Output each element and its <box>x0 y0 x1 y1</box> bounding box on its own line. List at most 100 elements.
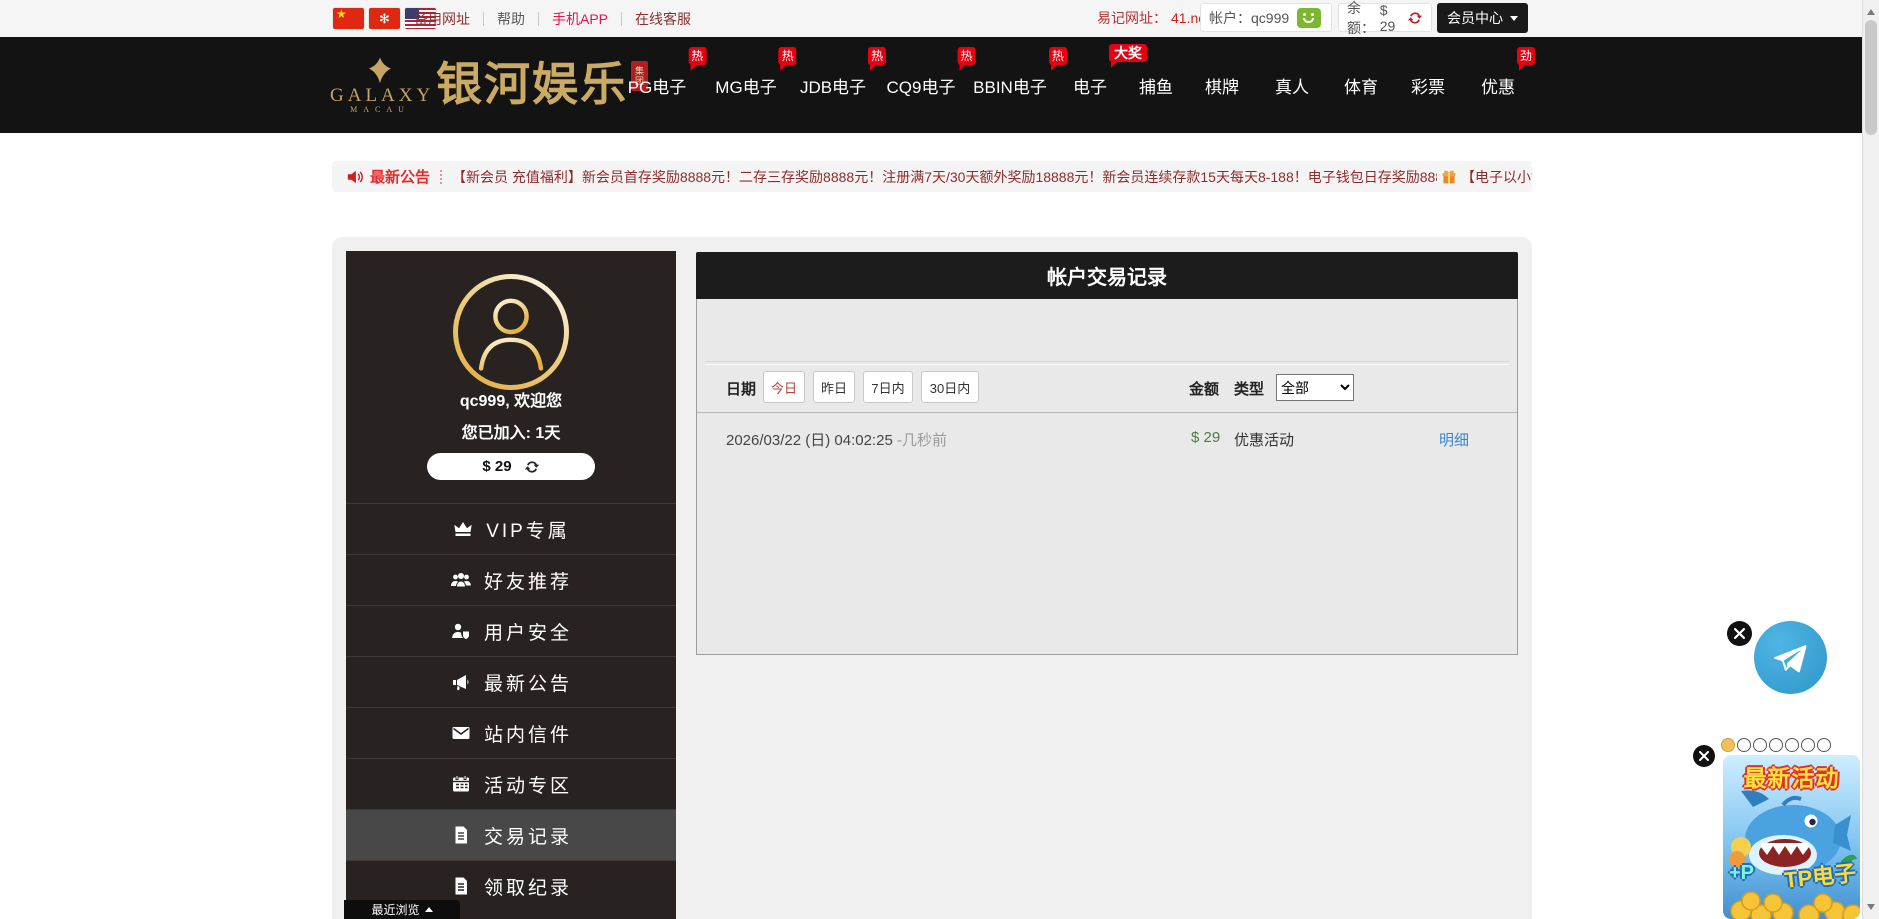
nav-item-chess[interactable]: 棋牌 <box>1205 37 1239 133</box>
nav-item-sports[interactable]: 体育 <box>1344 37 1378 133</box>
nav-item-mg[interactable]: MG电子 热 <box>715 37 776 133</box>
site-logo[interactable]: GALAXY MACAU 银河娱乐 集团 <box>330 43 648 127</box>
hot-badge: 劲 <box>1517 47 1535 65</box>
help-link[interactable]: 帮助 <box>497 9 525 29</box>
transaction-detail-link[interactable]: 明细 <box>1439 429 1469 450</box>
sidebar-balance-button[interactable]: $ 29 <box>427 453 595 480</box>
balance-label: 余额： <box>1347 0 1380 38</box>
divider <box>483 12 484 26</box>
transaction-type: 优惠活动 <box>1234 429 1294 450</box>
flag-china-icon[interactable]: ★ <box>333 8 364 29</box>
member-center-button[interactable]: 会员中心 <box>1437 3 1528 33</box>
promo-banner[interactable]: 最新活动 +P TP电子 <box>1723 755 1860 919</box>
promo-dot[interactable] <box>1737 738 1751 752</box>
crown-icon <box>452 519 474 539</box>
backup-url-link[interactable]: 备用网址 <box>414 9 470 29</box>
account-value: qc999 <box>1251 10 1289 26</box>
filter-yesterday-button[interactable]: 昨日 <box>813 371 855 403</box>
sidebar-menu: VIP专属 好友推荐 用户安全 <box>346 503 676 911</box>
sidebar-balance-value: $ 29 <box>482 458 511 475</box>
telegram-icon <box>1770 637 1812 679</box>
sidebar-item-events[interactable]: 活动专区 <box>346 758 676 809</box>
promo-dot[interactable] <box>1753 738 1767 752</box>
memorable-url: 易记网址：41.net <box>1097 0 1210 37</box>
chevron-down-icon <box>1510 16 1518 25</box>
nav-item-lottery[interactable]: 彩票 <box>1411 37 1445 133</box>
filter-30days-button[interactable]: 30日内 <box>921 371 979 403</box>
promo-dot[interactable] <box>1769 738 1783 752</box>
live-support-link[interactable]: 在线客服 <box>635 9 691 29</box>
nav-item-promo[interactable]: 优惠 劲 <box>1481 37 1515 133</box>
sidebar-item-messages[interactable]: 站内信件 <box>346 707 676 758</box>
promo-title: 最新活动 <box>1723 759 1860 793</box>
announcement-tail: 【电子以小博 <box>1461 167 1532 187</box>
scrollbar-thumb[interactable] <box>1865 20 1877 135</box>
mobile-app-link[interactable]: 手机APP <box>552 9 608 29</box>
chevron-up-icon <box>425 903 433 912</box>
type-column-label: 类型 <box>1234 378 1264 399</box>
avatar <box>453 274 569 390</box>
file-icon <box>450 825 472 845</box>
refresh-icon <box>524 459 540 475</box>
galaxy-emblem-icon <box>363 56 397 86</box>
refresh-icon[interactable] <box>1407 10 1423 26</box>
telegram-close-button[interactable] <box>1727 621 1752 646</box>
transaction-amount: $ 29 <box>1191 429 1220 446</box>
close-icon <box>1699 751 1709 761</box>
logo-galaxy-text: GALAXY <box>330 86 430 106</box>
panel-title: 帐户交易记录 <box>696 252 1518 299</box>
promo-close-button[interactable] <box>1693 745 1715 767</box>
flag-hongkong-icon[interactable]: ✻ <box>369 8 400 29</box>
panel-body: 日期 今日 昨日 7日内 30日内 金额 类型 全部 2026/03/22 (日… <box>696 299 1518 655</box>
account-chip: 帐户： qc999 <box>1200 3 1332 32</box>
sidebar-item-transactions[interactable]: 交易记录 <box>346 809 676 860</box>
filter-row: 日期 今日 昨日 7日内 30日内 金额 类型 全部 <box>697 371 1517 405</box>
calendar-icon <box>450 774 472 794</box>
promo-dot[interactable] <box>1785 738 1799 752</box>
sidebar-item-security[interactable]: 用户安全 <box>346 605 676 656</box>
hot-badge: 热 <box>688 47 706 65</box>
filter-today-button[interactable]: 今日 <box>763 371 805 403</box>
file-icon <box>450 876 472 896</box>
telegram-button[interactable] <box>1754 621 1827 694</box>
promo-p-badge: +P <box>1729 862 1754 885</box>
promo-dot[interactable] <box>1721 738 1735 752</box>
divider <box>621 12 622 26</box>
sidebar-item-referral[interactable]: 好友推荐 <box>346 554 676 605</box>
announcement-bar: 最新公告 【新会员 充值福利】新会员首存奖励8888元！二存三存奖励8888元！… <box>332 161 1532 192</box>
logo-macau-text: MACAU <box>330 106 430 114</box>
users-icon <box>450 570 472 590</box>
promo-dot[interactable] <box>1801 738 1815 752</box>
announcement-text: 【新会员 充值福利】新会员首存奖励8888元！二存三存奖励8888元！注册满7天… <box>452 167 1437 187</box>
recent-browse-tab[interactable]: 最近浏览 <box>344 900 460 919</box>
logo-chinese-text: 银河娱乐 <box>436 43 628 127</box>
nav-item-jdb[interactable]: JDB电子 热 <box>800 37 866 133</box>
promo-dot[interactable] <box>1817 738 1831 752</box>
memorable-url-label: 易记网址： <box>1097 10 1167 26</box>
filter-7days-button[interactable]: 7日内 <box>863 371 913 403</box>
date-label: 日期 <box>726 378 756 399</box>
nav-item-bbin[interactable]: BBIN电子 热 <box>973 37 1047 133</box>
sidebar-item-vip[interactable]: VIP专属 <box>346 503 676 554</box>
amount-column-label: 金额 <box>1189 378 1219 399</box>
scroll-up-arrow[interactable] <box>1867 5 1875 15</box>
smiley-chat-icon[interactable] <box>1297 8 1321 28</box>
joined-days-text: 您已加入: 1天 <box>346 419 676 443</box>
close-icon <box>1734 628 1745 639</box>
hot-badge: 热 <box>779 47 797 65</box>
nav-item-dianzi[interactable]: 电子 大奖 <box>1073 37 1107 133</box>
nav-item-cq9[interactable]: CQ9电子 热 <box>887 37 956 133</box>
divider <box>705 361 1509 365</box>
type-select[interactable]: 全部 <box>1276 374 1354 401</box>
scroll-down-arrow[interactable] <box>1867 904 1875 914</box>
recent-browse-label: 最近浏览 <box>371 901 419 918</box>
main-container: qc999, 欢迎您 您已加入: 1天 $ 29 VIP专属 <box>332 237 1532 919</box>
nav-item-fishing[interactable]: 捕鱼 <box>1139 37 1173 133</box>
divider <box>440 170 444 184</box>
sidebar-item-announcements[interactable]: 最新公告 <box>346 656 676 707</box>
welcome-text: qc999, 欢迎您 <box>346 387 676 411</box>
nav-item-live[interactable]: 真人 <box>1275 37 1309 133</box>
nav-item-pg[interactable]: PG电子 热 <box>628 37 687 133</box>
balance-value: $ 29 <box>1380 2 1401 34</box>
hot-badge: 热 <box>1049 47 1067 65</box>
